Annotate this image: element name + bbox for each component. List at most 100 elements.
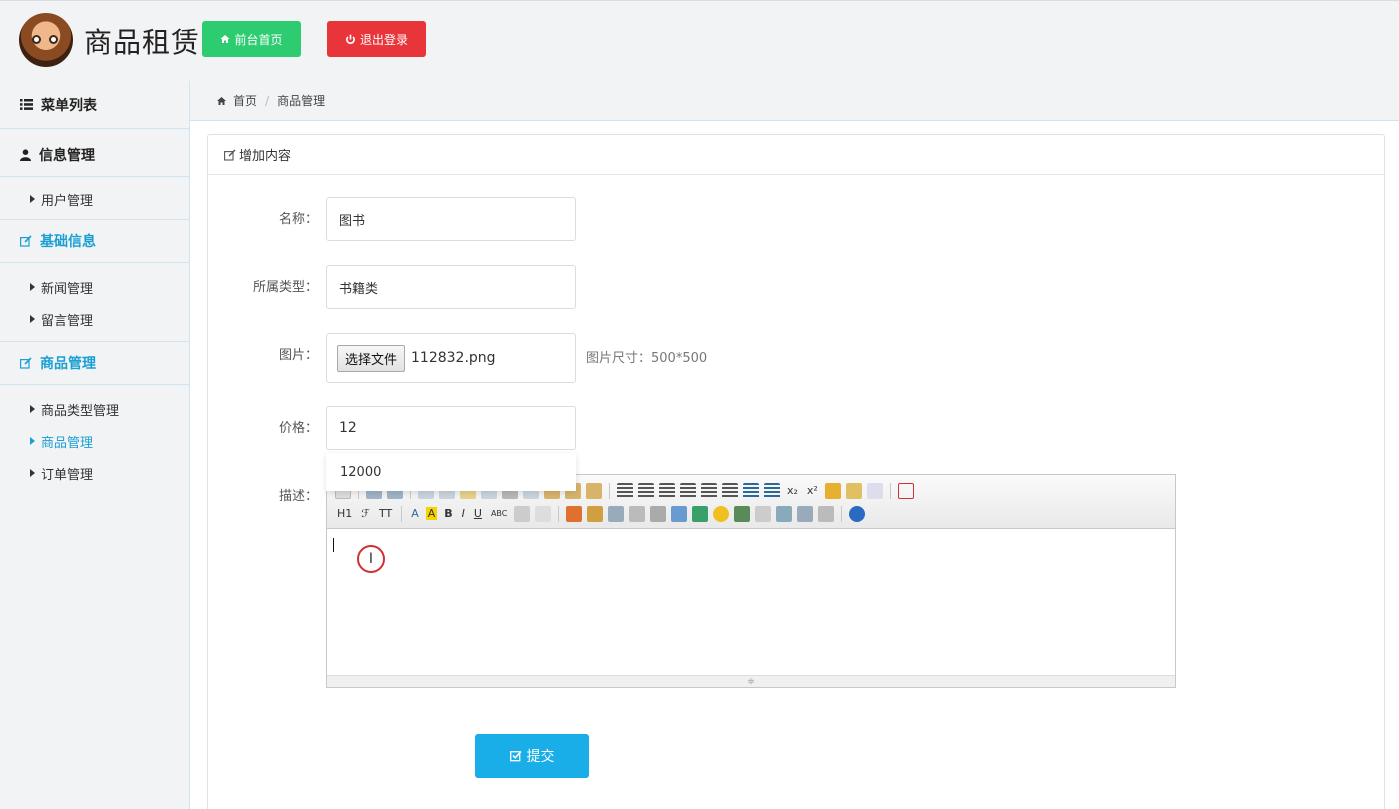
horizontal-rule-icon[interactable] xyxy=(692,505,709,522)
caret-right-icon xyxy=(30,405,35,413)
avatar-eye xyxy=(32,35,41,44)
sidebar-item-goods-types[interactable]: 商品类型管理 xyxy=(0,393,189,425)
flash-icon[interactable] xyxy=(608,505,625,522)
toolbar-row: H1 ℱ TT A A B I U ABC xyxy=(335,502,1167,525)
outdent-icon[interactable] xyxy=(764,482,780,499)
breadcrumb-home[interactable]: 首页 xyxy=(233,92,257,109)
underline-button[interactable]: U xyxy=(472,507,484,520)
toolbar-separator xyxy=(401,505,403,522)
sidebar-item-messages[interactable]: 留言管理 xyxy=(0,303,189,335)
choose-file-button[interactable]: 选择文件 xyxy=(337,344,406,372)
font-color-button[interactable]: A xyxy=(409,507,421,520)
sidebar-group-basic[interactable]: 基础信息 xyxy=(0,219,189,263)
align-center-icon[interactable] xyxy=(638,482,654,499)
editor-resize-handle[interactable]: ≑ xyxy=(327,675,1175,687)
front-home-button[interactable]: 前台首页 xyxy=(202,21,301,57)
sidebar-group-goods[interactable]: 商品管理 xyxy=(0,341,189,385)
price-field[interactable]: 12 xyxy=(326,406,576,450)
type-field-value: 书籍类 xyxy=(339,281,379,297)
list-icon xyxy=(20,99,33,110)
panel-heading: 增加内容 xyxy=(208,135,1384,175)
submit-label: 提交 xyxy=(526,749,555,765)
fullscreen-icon[interactable] xyxy=(897,482,914,499)
anchor-icon[interactable] xyxy=(776,505,793,522)
paste-word-icon[interactable] xyxy=(586,482,602,499)
app-title: 商品租赁 xyxy=(84,26,201,59)
text-cursor-icon: I xyxy=(357,545,385,573)
avatar-eye xyxy=(49,35,58,44)
sidebar-item-news[interactable]: 新闻管理 xyxy=(0,271,189,303)
bold-button[interactable]: B xyxy=(442,507,454,520)
sidebar-group-info[interactable]: 信息管理 xyxy=(0,133,189,177)
user-icon xyxy=(20,148,31,161)
editor-content-area[interactable]: I xyxy=(327,530,1175,675)
font-size-dropdown[interactable]: TT xyxy=(377,507,394,520)
caret-right-icon xyxy=(30,283,35,291)
logout-button[interactable]: 退出登录 xyxy=(327,21,426,57)
sidebar-group-label: 商品管理 xyxy=(40,356,96,372)
image-icon[interactable] xyxy=(566,505,583,522)
heading-dropdown[interactable]: H1 xyxy=(335,507,354,520)
file-name: 112832.png xyxy=(411,350,496,366)
justify-icon[interactable] xyxy=(680,482,696,499)
name-label: 名称： xyxy=(278,212,318,227)
breadcrumb: 首页 / 商品管理 xyxy=(190,81,1399,121)
name-field[interactable]: 图书 xyxy=(326,197,576,241)
unlink-icon[interactable] xyxy=(818,505,835,522)
emoji-icon[interactable] xyxy=(713,505,730,522)
media-icon[interactable] xyxy=(629,505,646,522)
edit-icon xyxy=(20,357,32,369)
sidebar-item-label: 用户管理 xyxy=(41,193,94,209)
highlight-color-button[interactable]: A xyxy=(425,507,438,520)
indent-icon[interactable] xyxy=(743,482,759,499)
superscript-icon[interactable]: x² xyxy=(805,484,820,497)
line-height-icon[interactable] xyxy=(514,505,531,522)
eraser-icon[interactable] xyxy=(535,505,552,522)
menu-list-label: 菜单列表 xyxy=(41,97,97,114)
link-icon[interactable] xyxy=(797,505,814,522)
toolbar-separator xyxy=(841,505,843,522)
page-break-icon[interactable] xyxy=(755,505,772,522)
rich-text-editor[interactable]: x₂ x² H1 ℱ TT A A B I U ABC I ≑ xyxy=(326,474,1176,688)
home-icon xyxy=(220,35,230,43)
price-autocomplete-suggestion[interactable]: 12000 xyxy=(326,453,576,491)
power-icon xyxy=(346,34,355,44)
italic-button[interactable]: I xyxy=(460,507,467,520)
submit-button[interactable]: 提交 xyxy=(475,734,589,778)
map-icon[interactable] xyxy=(734,505,751,522)
subscript-icon[interactable]: x₂ xyxy=(785,484,800,497)
sidebar-item-goods[interactable]: 商品管理 xyxy=(0,425,189,457)
ordered-list-icon[interactable] xyxy=(701,482,717,499)
strikethrough-button[interactable]: ABC xyxy=(489,509,509,518)
attachment-icon[interactable] xyxy=(650,505,667,522)
home-icon xyxy=(217,96,226,105)
sidebar-group-items: 新闻管理 留言管理 xyxy=(0,263,189,341)
table-icon[interactable] xyxy=(671,505,688,522)
unordered-list-icon[interactable] xyxy=(722,482,738,499)
format-brush-icon[interactable] xyxy=(845,482,862,499)
type-label: 所属类型： xyxy=(252,280,318,295)
clear-format-icon[interactable] xyxy=(824,482,841,499)
align-right-icon[interactable] xyxy=(659,482,675,499)
breadcrumb-separator: / xyxy=(265,93,270,108)
sidebar-group-label: 基础信息 xyxy=(40,234,96,250)
sidebar-item-users[interactable]: 用户管理 xyxy=(0,183,189,215)
logout-label: 退出登录 xyxy=(359,32,408,47)
type-field[interactable]: 书籍类 xyxy=(326,265,576,309)
image-label: 图片： xyxy=(278,348,318,363)
toolbar-separator xyxy=(558,505,560,522)
image-file-input[interactable]: 选择文件 112832.png xyxy=(326,333,576,383)
sidebar-item-orders[interactable]: 订单管理 xyxy=(0,457,189,489)
sidebar-group-label: 信息管理 xyxy=(39,147,95,164)
help-icon[interactable] xyxy=(849,505,866,522)
caret-right-icon xyxy=(30,195,35,203)
multi-image-icon[interactable] xyxy=(587,505,604,522)
align-left-icon[interactable] xyxy=(617,482,633,499)
select-all-icon[interactable] xyxy=(866,482,883,499)
autocomplete-value: 12000 xyxy=(340,464,382,480)
sidebar-item-label: 商品类型管理 xyxy=(41,403,120,419)
font-family-dropdown[interactable]: ℱ xyxy=(359,507,372,520)
sidebar-group-items: 用户管理 xyxy=(0,177,189,219)
price-label: 价格： xyxy=(278,421,318,436)
check-square-icon xyxy=(509,750,522,762)
